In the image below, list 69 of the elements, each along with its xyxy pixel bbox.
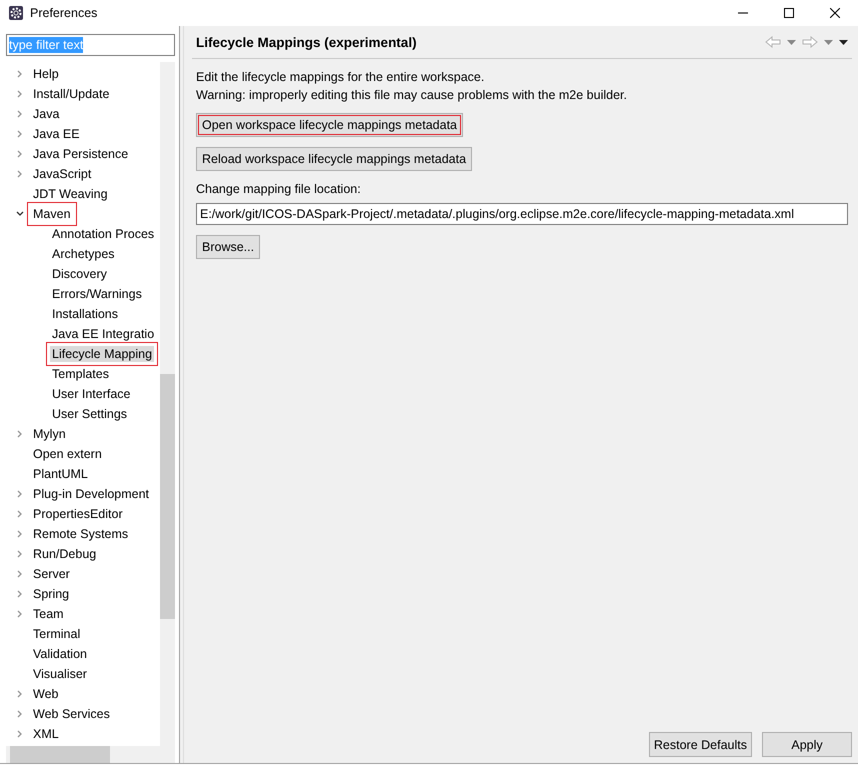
chevron-right-icon[interactable] (16, 90, 24, 98)
chevron-right-icon[interactable] (16, 570, 24, 578)
chevron-right-icon[interactable] (16, 150, 24, 158)
chevron-right-icon[interactable] (16, 510, 24, 518)
back-arrow-icon[interactable] (765, 36, 781, 48)
location-field[interactable]: E:/work/git/ICOS-DASpark-Project/.metadata/.plugins/org.eclipse.m2e.core/lifecycle-mapping-metadata.xml (196, 203, 848, 225)
tree-item[interactable]: Lifecycle Mapping (50, 346, 154, 362)
chevron-right-icon[interactable] (16, 550, 24, 558)
tree-item[interactable]: Visualiser (31, 666, 89, 682)
chevron-down-icon[interactable] (16, 210, 24, 218)
tree-item[interactable]: Terminal (31, 626, 82, 642)
chevron-right-icon[interactable] (16, 430, 24, 438)
tree-item[interactable]: XML (31, 726, 61, 742)
chevron-right-icon[interactable] (16, 170, 24, 178)
tree-item[interactable]: Help (31, 66, 61, 82)
tree-item[interactable]: Plug-in Development (31, 486, 152, 502)
tree-item[interactable]: JDT Weaving (31, 186, 110, 202)
tree-item[interactable]: Spring (31, 586, 72, 602)
tree-item[interactable]: Run/Debug (31, 546, 98, 562)
tree-item[interactable]: Java (31, 106, 62, 122)
tree-item[interactable]: Validation (31, 646, 89, 662)
footer-button[interactable]: Apply (762, 732, 852, 757)
tree-item[interactable]: Install/Update (31, 86, 112, 102)
chevron-right-icon[interactable] (16, 70, 24, 78)
horizontal-scrollbar[interactable] (6, 746, 175, 763)
forward-arrow-icon[interactable] (802, 36, 818, 48)
tree-item[interactable]: Server (31, 566, 72, 582)
window-title: Preferences (30, 6, 98, 20)
vertical-scrollbar[interactable] (160, 62, 175, 746)
action-button[interactable]: Reload workspace lifecycle mappings metadata (196, 147, 472, 171)
gear-icon (8, 5, 24, 21)
footer-button[interactable]: Restore Defaults (648, 732, 752, 757)
tree-item[interactable]: Annotation Proces (50, 226, 156, 242)
chevron-right-icon[interactable] (16, 590, 24, 598)
chevron-right-icon[interactable] (16, 110, 24, 118)
tree-item[interactable]: Templates (50, 366, 111, 382)
browse-button[interactable]: Browse... (196, 235, 260, 259)
location-label: Change mapping file location: (196, 181, 362, 197)
tree-item[interactable]: User Interface (50, 386, 133, 402)
tree-item[interactable]: Java Persistence (31, 146, 130, 162)
tree-item[interactable]: Installations (50, 306, 120, 322)
description-text: Warning: improperly editing this file may cause problems with the m2e builder. (196, 87, 628, 103)
tree-item[interactable]: Open extern (31, 446, 104, 462)
action-button[interactable]: Open workspace lifecycle mappings metadata (196, 113, 463, 137)
description-text: Edit the lifecycle mappings for the entire workspace. (196, 69, 486, 85)
tree-item[interactable]: PropertiesEditor (31, 506, 125, 522)
tree-item[interactable]: Remote Systems (31, 526, 130, 542)
tree-item[interactable]: Errors/Warnings (50, 286, 144, 302)
tree-item[interactable]: Web Services (31, 706, 112, 722)
tree-item[interactable]: PlantUML (31, 466, 90, 482)
tree-item[interactable]: Web (31, 686, 60, 702)
chevron-right-icon[interactable] (16, 710, 24, 718)
close-icon[interactable] (830, 8, 840, 18)
tree-item[interactable]: Java EE (31, 126, 82, 142)
maximize-icon[interactable] (784, 8, 794, 18)
chevron-right-icon[interactable] (16, 130, 24, 138)
chevron-right-icon[interactable] (16, 730, 24, 738)
tree-item[interactable]: Mylyn (31, 426, 68, 442)
tree-item[interactable]: User Settings (50, 406, 130, 422)
chevron-right-icon[interactable] (16, 610, 24, 618)
tree-item[interactable]: Discovery (50, 266, 109, 282)
tree-item[interactable]: Java EE Integratio (50, 326, 156, 342)
page-title: Lifecycle Mappings (experimental) (196, 34, 418, 50)
chevron-right-icon[interactable] (16, 490, 24, 498)
tree-item[interactable]: Team (31, 606, 66, 622)
tree-item[interactable]: Archetypes (50, 246, 117, 262)
tree-item[interactable]: JavaScript (31, 166, 94, 182)
chevron-right-icon[interactable] (16, 690, 24, 698)
chevron-right-icon[interactable] (16, 530, 24, 538)
